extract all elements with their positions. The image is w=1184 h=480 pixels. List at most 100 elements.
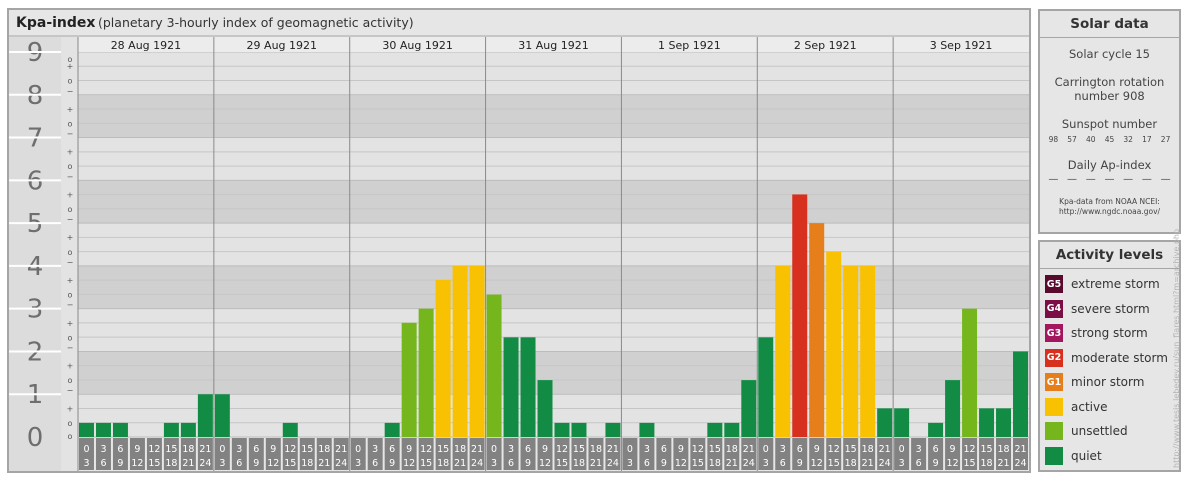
kp-bar [486,294,502,437]
interval-start-label: 21 [199,444,211,455]
activity-levels-heading: Activity levels [1040,242,1179,269]
interval-end-label: 9 [525,458,531,469]
y-subtick-label: + [67,233,74,242]
interval-start-label: 3 [508,444,514,455]
activity-level-row: unsettled [1040,419,1179,444]
interval-end-label: 18 [845,458,857,469]
interval-start-label: 18 [182,444,194,455]
interval-start-label: 0 [219,444,225,455]
interval-start-label: 6 [389,444,395,455]
kp-bar [112,422,128,437]
interval-start-label: 9 [270,444,276,455]
sunspot-value: 98 [1048,135,1059,144]
kp-bar [724,422,740,437]
y-subtick-label: o [68,376,73,385]
interval-start-label: 9 [814,444,820,455]
activity-level-swatch: G5 [1045,275,1063,294]
activity-level-label: extreme storm [1071,277,1160,292]
interval-start-label: 18 [862,444,874,455]
activity-levels-list: G5 extreme storm G4 severe storm G3 strong st… [1040,269,1179,468]
interval-start-label: 21 [743,444,755,455]
interval-start-label: 0 [763,444,769,455]
kp-bar [95,422,111,437]
kp-bar [843,265,859,437]
interval-end-label: 18 [165,458,177,469]
interval-start-label: 15 [573,444,585,455]
interval-start-label: 3 [916,444,922,455]
interval-start-label: 6 [933,444,939,455]
interval-start-label: 18 [454,444,466,455]
kp-bar [809,223,825,437]
interval-start-label: 3 [780,444,786,455]
interval-end-label: 6 [916,458,922,469]
interval-end-label: 6 [780,458,786,469]
y-subtick-label: − [67,343,74,352]
interval-start-label: 9 [406,444,412,455]
interval-end-label: 12 [675,458,687,469]
carrington-rotation-number: number 908 [1074,89,1145,103]
kp-bar [452,265,468,437]
kp-bar [928,422,944,437]
kp-bar [197,394,213,437]
interval-end-label: 24 [743,458,755,469]
interval-end-label: 3 [355,458,361,469]
activity-level-swatch [1045,446,1063,465]
row-band [78,223,1029,266]
kp-bar [605,422,621,437]
activity-level-row: G4 severe storm [1040,297,1179,322]
source-link[interactable]: http://www.ngdc.noaa.gov/ [1040,207,1179,217]
interval-start-label: 0 [355,444,361,455]
plot-area: 0123456789+o+o−+o−+o−+o−+o−+o−+o−+o−oo28… [9,37,1029,471]
y-subtick-label: o [68,119,73,128]
y-subtick-label: + [67,105,74,114]
interval-start-label: 18 [726,444,738,455]
activity-level-swatch [1045,422,1063,441]
interval-start-label: 0 [627,444,633,455]
interval-start-label: 21 [879,444,891,455]
activity-level-label: strong storm [1071,326,1148,341]
interval-end-label: 24 [335,458,347,469]
interval-end-label: 3 [899,458,905,469]
interval-start-label: 6 [525,444,531,455]
interval-end-label: 24 [607,458,619,469]
solar-cycle: Solar cycle 15 [1069,47,1150,61]
kp-bar [163,422,179,437]
ap-value: — [1048,174,1059,185]
kp-bar [894,408,910,437]
interval-start-label: 6 [661,444,667,455]
interval-start-label: 18 [318,444,330,455]
kp-bar [537,380,553,437]
activity-level-swatch: G1 [1045,373,1063,392]
kp-bar [962,308,978,437]
interval-start-label: 21 [607,444,619,455]
interval-end-label: 18 [437,458,449,469]
sunspot-value: 40 [1085,135,1096,144]
interval-end-label: 15 [284,458,296,469]
interval-start-label: 15 [709,444,721,455]
interval-start-label: 18 [590,444,602,455]
ap-value: — [1141,174,1152,185]
kp-bar [860,265,876,437]
kp-bar [571,422,587,437]
source-watermark: http://www.tesis.lebedev.ru/sun_flares.h… [1172,228,1181,468]
interval-start-label: 3 [100,444,106,455]
interval-end-label: 6 [508,458,514,469]
interval-end-label: 15 [420,458,432,469]
interval-end-label: 9 [253,458,259,469]
interval-end-label: 6 [236,458,242,469]
interval-end-label: 18 [980,458,992,469]
row-band [78,265,1029,309]
ap-heading: Daily Ap-index [1067,158,1152,172]
interval-end-label: 21 [182,458,194,469]
interval-end-label: 21 [997,458,1009,469]
kp-bar [979,408,995,437]
row-band [78,137,1029,181]
row-band [78,308,1029,352]
day-label: 31 Aug 1921 [518,39,588,52]
kp-bar [741,380,757,437]
kp-bar [996,408,1012,437]
interval-start-label: 6 [117,444,123,455]
kp-bar [469,265,485,437]
kp-bar [945,380,961,437]
y-subtick-label: + [67,362,74,371]
